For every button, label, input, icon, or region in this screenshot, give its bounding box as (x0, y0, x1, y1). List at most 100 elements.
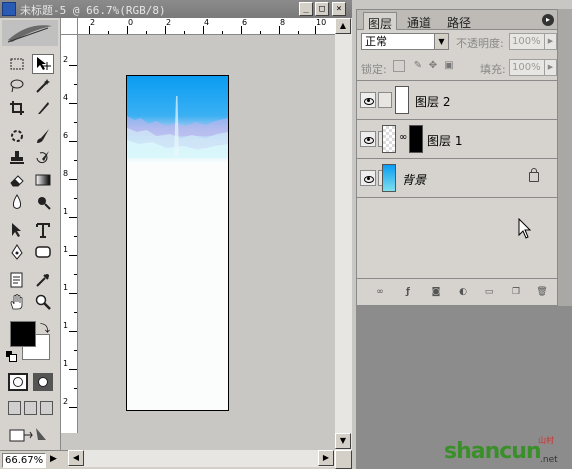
mask-link-icon[interactable]: ∞ (399, 132, 407, 143)
brush-tool-icon[interactable] (32, 126, 54, 146)
eye-icon[interactable] (360, 131, 376, 147)
status-menu-arrow-icon[interactable]: ▶ (50, 454, 57, 464)
layer-name[interactable]: 背景 (402, 171, 426, 188)
lock-image-pixels-icon[interactable]: ✎ (412, 60, 424, 72)
tab-paths[interactable]: 路径 (443, 12, 475, 30)
fill-arrow-icon[interactable]: ▶ (544, 60, 556, 75)
toolbox-header-feather[interactable] (2, 20, 58, 46)
scroll-right-button[interactable]: ▶ (318, 450, 334, 466)
close-button[interactable]: × (332, 2, 346, 16)
path-selection-icon[interactable] (6, 220, 28, 240)
shape-tool-icon[interactable] (32, 242, 54, 262)
minimize-button[interactable]: _ (299, 2, 313, 16)
quick-mask-button[interactable] (33, 373, 53, 391)
new-layer-icon[interactable]: ❐ (509, 286, 523, 298)
eyedropper-icon[interactable] (32, 270, 54, 290)
canvas-area[interactable] (78, 35, 335, 433)
swap-colors-icon[interactable]: ⤵ (40, 320, 50, 335)
blur-tool-icon[interactable] (6, 192, 28, 212)
layer-row-layer-1[interactable]: ∞ 图层 1 (357, 120, 557, 159)
canvas-sky-gradient (127, 76, 228, 164)
blend-mode-select[interactable]: 正常 ▼ (361, 33, 449, 50)
lock-icon (529, 168, 539, 182)
clone-stamp-icon[interactable] (6, 148, 28, 168)
layer-row-background[interactable]: 背景 (357, 159, 557, 198)
layer-thumbnail (382, 125, 396, 153)
full-screen-mode-button[interactable] (40, 401, 53, 415)
scroll-up-button[interactable]: ▲ (335, 18, 351, 34)
watermark-net: .net (540, 455, 558, 465)
healing-brush-icon[interactable] (6, 126, 28, 146)
standard-screen-mode-button[interactable] (8, 401, 21, 415)
gradient-tool-icon[interactable] (32, 170, 54, 190)
horizontal-scrollbar[interactable]: ◀ ▶ (68, 450, 335, 467)
document-title-bar[interactable]: 未标题-5 @ 66.7%(RGB/8) _ □ × (0, 0, 352, 18)
layer-link-cell[interactable] (378, 92, 392, 108)
add-mask-icon[interactable]: ◙ (429, 286, 443, 298)
fill-field[interactable]: 100% ▶ (509, 59, 557, 76)
vertical-ruler[interactable]: 2 4 6 8 1 1 1 1 1 2 (61, 35, 78, 433)
tab-layers[interactable]: 图层 (363, 12, 398, 31)
standard-mode-icon (13, 377, 23, 387)
lock-all-icon[interactable]: ▣ (443, 60, 455, 72)
magic-wand-icon[interactable] (32, 76, 54, 96)
full-screen-menu-mode-button[interactable] (24, 401, 37, 415)
slice-tool-icon[interactable] (32, 98, 54, 118)
zoom-level-field[interactable]: 66.67% (2, 453, 46, 468)
opacity-arrow-icon[interactable]: ▶ (544, 34, 556, 49)
imageready-icon (9, 428, 46, 442)
opacity-field[interactable]: 100% ▶ (509, 33, 557, 50)
layer-style-icon[interactable]: ƒ (401, 286, 415, 298)
eye-icon[interactable] (360, 92, 376, 108)
lasso-tool-icon[interactable] (6, 76, 28, 96)
tab-channels[interactable]: 通道 (403, 12, 435, 30)
layer-name[interactable]: 图层 1 (427, 132, 462, 149)
lock-position-icon[interactable]: ✥ (427, 60, 439, 72)
crop-tool-icon[interactable] (6, 98, 28, 118)
document-title: 未标题-5 @ 66.7%(RGB/8) (20, 4, 166, 17)
watermark-text: shancun (444, 439, 542, 464)
scroll-down-button[interactable]: ▼ (335, 433, 351, 449)
standard-mode-button[interactable] (8, 373, 28, 391)
toolbox: ⤵ (0, 18, 61, 450)
link-layers-icon[interactable]: ∞ (373, 286, 387, 298)
eye-icon[interactable] (360, 170, 376, 186)
opacity-label: 不透明度: (456, 37, 504, 50)
ruler-origin[interactable] (61, 18, 78, 35)
eraser-tool-icon[interactable] (6, 170, 28, 190)
quick-mask-icon (38, 377, 48, 387)
scroll-left-button[interactable]: ◀ (68, 450, 84, 466)
horizontal-ruler-ticks (89, 26, 316, 34)
pen-tool-icon[interactable] (6, 242, 28, 262)
blend-mode-value: 正常 (365, 35, 387, 48)
document-canvas[interactable] (126, 75, 229, 411)
foreground-color-swatch[interactable] (10, 321, 36, 347)
layer-name[interactable]: 图层 2 (415, 93, 450, 110)
lock-transparent-pixels-icon[interactable] (393, 60, 405, 72)
watermark-sub: 山村 (538, 436, 554, 445)
panel-menu-arrow-icon[interactable]: ▸ (542, 14, 554, 26)
panel-tab-bar: 图层 通道 路径 ▸ (357, 10, 557, 31)
delete-layer-icon[interactable]: 🗑 (535, 286, 549, 298)
vertical-scrollbar[interactable]: ▲ ▼ (335, 18, 352, 450)
jump-to-imageready-button[interactable] (8, 426, 52, 444)
zoom-tool-icon[interactable] (32, 292, 54, 312)
type-tool-icon[interactable] (32, 220, 54, 240)
watermark-logo: shancun 山村 .net (444, 425, 572, 469)
horizontal-ruler[interactable]: 2 0 2 4 6 8 10 (61, 18, 335, 35)
panel-side-strip (558, 9, 572, 306)
maximize-button[interactable]: □ (315, 2, 329, 16)
default-colors-icon[interactable] (6, 351, 17, 362)
adjustment-layer-icon[interactable]: ◐ (456, 286, 470, 298)
marquee-tool-icon[interactable] (6, 54, 28, 74)
dodge-tool-icon[interactable] (32, 192, 54, 212)
layer-thumbnail (395, 86, 409, 114)
notes-tool-icon[interactable] (6, 270, 28, 290)
feather-icon (7, 25, 52, 43)
new-group-icon[interactable]: ▭ (482, 286, 496, 298)
layer-mask-thumbnail[interactable] (409, 125, 423, 153)
hand-tool-icon[interactable] (6, 292, 28, 312)
layer-row-layer-2[interactable]: 图层 2 (357, 81, 557, 120)
move-tool-icon[interactable] (32, 54, 54, 74)
history-brush-icon[interactable] (32, 148, 54, 168)
